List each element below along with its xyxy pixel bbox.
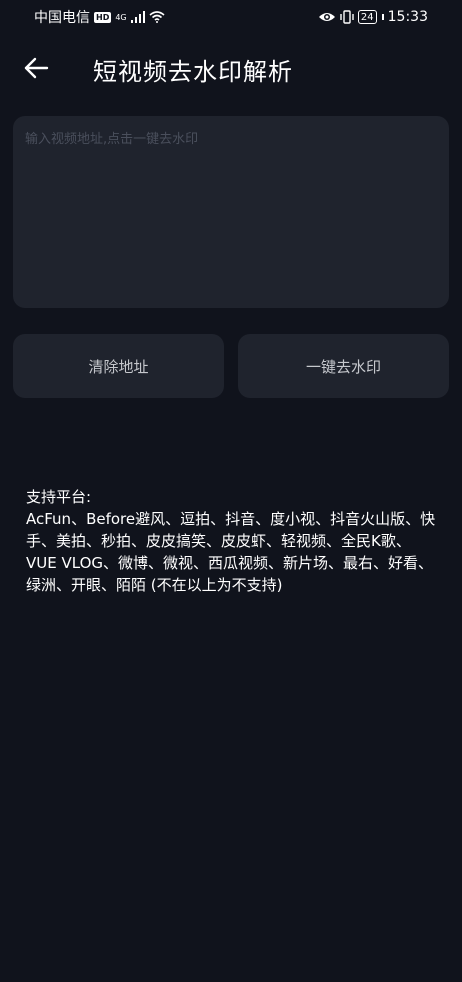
battery-icon: 24 bbox=[357, 10, 377, 24]
supported-platforms-label: 支持平台: bbox=[26, 488, 92, 506]
header: 短视频去水印解析 bbox=[0, 44, 462, 92]
supported-platforms: 支持平台: AcFun、Before避风、逗拍、抖音、度小视、抖音火山版、快手、… bbox=[26, 486, 438, 596]
clear-address-label: 清除地址 bbox=[88, 357, 149, 376]
battery-tip bbox=[381, 14, 384, 20]
carrier-name: 中国电信 bbox=[34, 10, 90, 26]
status-bar-right: 24 15:33 bbox=[318, 9, 428, 25]
network-type: 4G bbox=[115, 12, 127, 22]
signal-icon bbox=[130, 11, 145, 23]
battery-level: 24 bbox=[360, 11, 374, 23]
vibrate-icon bbox=[340, 10, 354, 24]
video-url-input[interactable] bbox=[13, 116, 449, 308]
remove-watermark-button[interactable]: 一键去水印 bbox=[238, 334, 449, 398]
remove-watermark-label: 一键去水印 bbox=[305, 357, 381, 376]
arrow-left-icon bbox=[24, 57, 49, 79]
clear-address-button[interactable]: 清除地址 bbox=[13, 334, 224, 398]
eye-icon bbox=[318, 13, 335, 21]
back-button[interactable] bbox=[20, 52, 52, 84]
status-bar: 中国电信 HD 4G 24 15:33 bbox=[0, 0, 462, 34]
clock: 15:33 bbox=[387, 9, 428, 25]
hd-badge: HD bbox=[94, 11, 112, 23]
page-title: 短视频去水印解析 bbox=[93, 58, 293, 86]
supported-platforms-list: AcFun、Before避风、逗拍、抖音、度小视、抖音火山版、快手、美拍、秒拍、… bbox=[26, 510, 436, 594]
wifi-icon bbox=[149, 11, 165, 23]
status-bar-left: 中国电信 HD 4G bbox=[34, 7, 165, 27]
